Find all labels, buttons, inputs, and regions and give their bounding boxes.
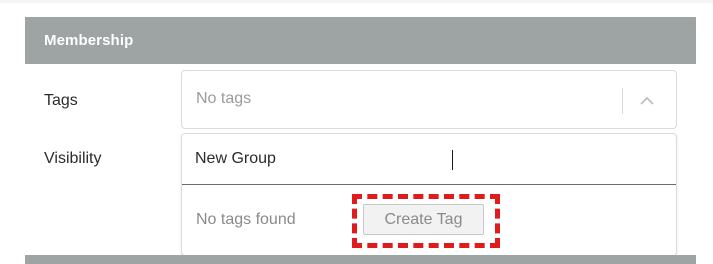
page: Membership Tags Visibility No tags No ta… [0,0,713,264]
tags-select[interactable]: No tags [181,70,677,129]
chevron-up-icon-glyph [640,96,654,105]
select-separator [622,88,623,114]
visibility-label: Visibility [44,150,102,167]
text-caret [452,150,453,170]
tags-dropdown: No tags found Create Tag [181,133,677,256]
tags-label: Tags [44,92,78,109]
create-tag-button[interactable]: Create Tag [363,204,484,235]
membership-panel: Membership Tags Visibility No tags No ta… [25,17,696,264]
tag-search-input[interactable] [182,134,676,185]
chevron-up-icon[interactable] [637,91,657,111]
next-section-header [25,255,696,264]
panel-title: Membership [44,32,134,49]
panel-header: Membership [25,17,696,64]
no-tags-found-text: No tags found [196,211,296,228]
top-divider [0,0,713,3]
tags-select-placeholder: No tags [196,90,252,107]
